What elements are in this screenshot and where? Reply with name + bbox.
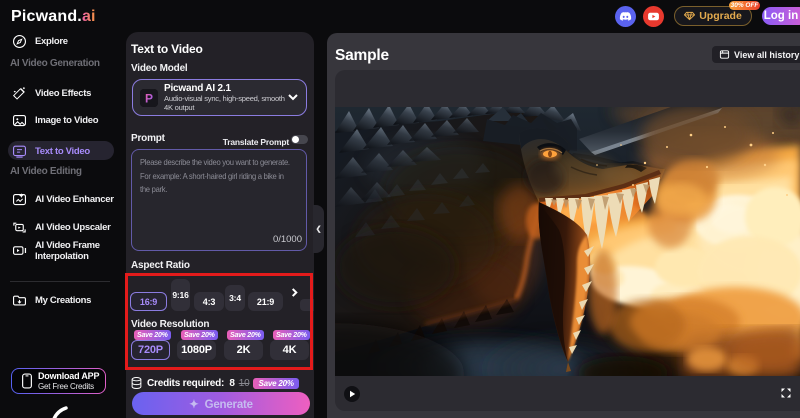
svg-text:P: P bbox=[145, 91, 153, 105]
